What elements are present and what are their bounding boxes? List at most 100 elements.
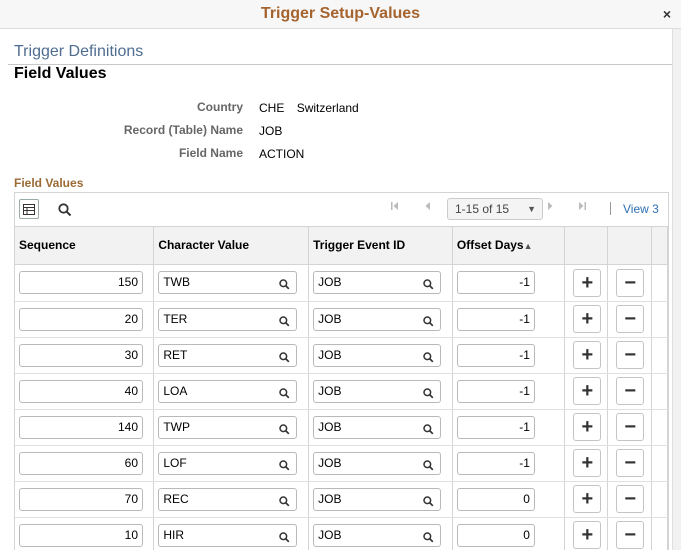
lookup-icon[interactable] xyxy=(279,421,290,442)
table-row: 10 HIR JOB 0 + − xyxy=(15,517,668,550)
character-value-input[interactable]: TWB xyxy=(158,271,298,297)
trigger-event-id-input[interactable]: JOB xyxy=(313,271,442,297)
lookup-icon[interactable] xyxy=(423,457,434,478)
first-page-icon[interactable] xyxy=(390,201,400,214)
delete-row-button[interactable]: − xyxy=(616,341,645,369)
offset-days-input[interactable]: -1 xyxy=(456,415,535,439)
add-row-button[interactable]: + xyxy=(573,485,602,513)
trigger-event-id-cell: JOB xyxy=(308,517,453,550)
lookup-icon[interactable] xyxy=(279,313,290,334)
trigger-event-id-input[interactable]: JOB xyxy=(313,343,442,370)
add-row-button[interactable]: + xyxy=(573,268,602,297)
trigger-event-id-cell: JOB xyxy=(308,301,453,338)
add-row-button[interactable]: + xyxy=(573,305,602,333)
vertical-scrollbar[interactable] xyxy=(672,29,681,550)
offset-days-input[interactable]: 0 xyxy=(456,523,535,547)
sequence-input[interactable]: 30 xyxy=(19,343,143,367)
next-page-icon[interactable] xyxy=(545,201,555,214)
delete-row-button[interactable]: − xyxy=(616,485,645,513)
offset-days-input[interactable]: -1 xyxy=(456,451,535,475)
grid-settings-icon[interactable] xyxy=(19,199,39,219)
field-name-value: ACTION xyxy=(259,147,305,161)
character-value-text: TWB xyxy=(163,275,190,290)
lookup-icon[interactable] xyxy=(423,385,434,406)
character-value-input[interactable]: TWP xyxy=(158,415,298,442)
lookup-icon[interactable] xyxy=(423,421,434,442)
row-spacer-cell xyxy=(651,481,668,518)
character-value-input[interactable]: LOA xyxy=(158,379,298,406)
trigger-event-id-input[interactable]: JOB xyxy=(313,415,442,442)
offset-days-input[interactable]: -1 xyxy=(456,379,535,403)
character-value-input[interactable]: TER xyxy=(158,307,298,334)
sequence-cell: 70 xyxy=(15,481,155,518)
country-code: CHE xyxy=(259,101,285,115)
trigger-event-id-input[interactable]: JOB xyxy=(313,523,442,550)
add-row-cell: + xyxy=(564,337,609,374)
delete-row-button[interactable]: − xyxy=(616,268,645,297)
close-icon[interactable]: × xyxy=(663,6,671,22)
add-row-button[interactable]: + xyxy=(573,413,602,441)
column-header-sequence[interactable]: Sequence xyxy=(15,227,155,265)
column-header-spacer xyxy=(651,227,668,265)
row-spacer-cell xyxy=(651,301,668,338)
delete-row-button[interactable]: − xyxy=(616,521,645,549)
offset-days-input[interactable]: 0 xyxy=(456,487,535,511)
lookup-icon[interactable] xyxy=(279,385,290,406)
offset-days-input[interactable]: -1 xyxy=(456,343,535,367)
offset-days-input[interactable]: -1 xyxy=(456,307,535,331)
column-header-character-value[interactable]: Character Value xyxy=(153,227,310,265)
lookup-icon[interactable] xyxy=(423,529,434,550)
lookup-icon[interactable] xyxy=(423,313,434,334)
trigger-event-id-cell: JOB xyxy=(308,337,453,374)
search-icon[interactable] xyxy=(55,200,75,220)
trigger-event-id-cell: JOB xyxy=(308,481,453,518)
trigger-event-id-input[interactable]: JOB xyxy=(313,487,442,514)
lookup-icon[interactable] xyxy=(423,276,434,297)
add-row-button[interactable]: + xyxy=(573,449,602,477)
page-title: Trigger Definitions xyxy=(14,43,144,60)
lookup-icon[interactable] xyxy=(423,493,434,514)
sequence-input[interactable]: 40 xyxy=(19,379,143,403)
offset-days-input[interactable]: -1 xyxy=(456,271,535,295)
character-value-input[interactable]: HIR xyxy=(158,523,298,550)
delete-row-cell: − xyxy=(607,337,653,374)
sequence-input[interactable]: 150 xyxy=(19,271,143,295)
column-header-offset-days[interactable]: Offset Days▲ xyxy=(452,227,566,265)
column-header-trigger-event-id[interactable]: Trigger Event ID xyxy=(308,227,453,265)
previous-page-icon[interactable] xyxy=(423,201,433,214)
sequence-input[interactable]: 20 xyxy=(19,307,143,331)
lookup-icon[interactable] xyxy=(279,529,290,550)
trigger-event-id-input[interactable]: JOB xyxy=(313,379,442,406)
lookup-icon[interactable] xyxy=(279,349,290,370)
character-value-cell: TWP xyxy=(153,409,310,446)
sequence-input[interactable]: 70 xyxy=(19,487,143,511)
delete-row-button[interactable]: − xyxy=(616,449,645,477)
add-row-cell: + xyxy=(564,301,609,338)
table-row: 30 RET JOB -1 + − xyxy=(15,337,668,374)
character-value-input[interactable]: LOF xyxy=(158,451,298,478)
lookup-icon[interactable] xyxy=(423,349,434,370)
trigger-event-id-input[interactable]: JOB xyxy=(313,451,442,478)
delete-row-button[interactable]: − xyxy=(616,413,645,441)
add-row-cell: + xyxy=(564,409,609,446)
lookup-icon[interactable] xyxy=(279,276,290,297)
row-spacer-cell xyxy=(651,409,668,446)
delete-row-button[interactable]: − xyxy=(616,305,645,333)
character-value-input[interactable]: RET xyxy=(158,343,298,370)
sequence-input[interactable]: 60 xyxy=(19,451,143,475)
sequence-input[interactable]: 140 xyxy=(19,415,143,439)
trigger-event-id-input[interactable]: JOB xyxy=(313,307,442,334)
lookup-icon[interactable] xyxy=(279,493,290,514)
character-value-text: TWP xyxy=(163,419,190,434)
delete-row-button[interactable]: − xyxy=(616,377,645,405)
add-row-button[interactable]: + xyxy=(573,377,602,405)
add-row-button[interactable]: + xyxy=(573,341,602,369)
view-all-link[interactable]: View 3 xyxy=(623,202,659,216)
last-page-icon[interactable] xyxy=(577,201,587,214)
add-row-button[interactable]: + xyxy=(573,521,602,549)
character-value-input[interactable]: REC xyxy=(158,487,298,514)
lookup-icon[interactable] xyxy=(279,457,290,478)
sequence-input[interactable]: 10 xyxy=(19,523,143,547)
page-range-select[interactable]: 1-15 of 15 ▼ xyxy=(447,198,543,220)
offset-days-cell: -1 xyxy=(452,373,566,410)
